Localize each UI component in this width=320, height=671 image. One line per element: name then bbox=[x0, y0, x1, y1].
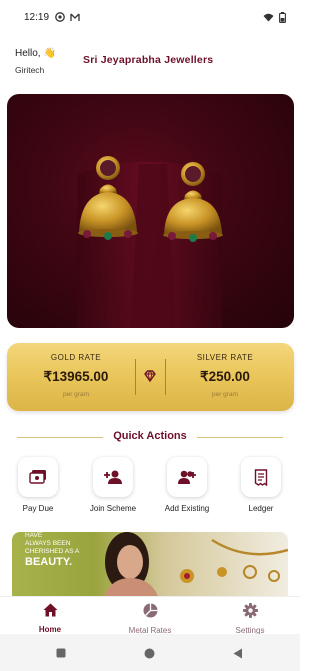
app-header: Hello, 👋 Giritech Sri Jeyaprabha Jewelle… bbox=[0, 44, 300, 76]
divider bbox=[197, 437, 283, 438]
silver-rate-label: SILVER RATE bbox=[196, 353, 254, 362]
greeting-text: Hello, bbox=[15, 48, 41, 59]
bottom-navigation: Home Metal Rates Settings bbox=[0, 596, 300, 635]
add-person-icon bbox=[104, 470, 122, 484]
metal-rate-card[interactable]: GOLD RATE ₹13965.00 per gram SILVER RATE… bbox=[7, 343, 294, 411]
promo-banner[interactable]: HAVE ALWAYS BEEN CHERISHED AS A BEAUTY. bbox=[12, 532, 288, 596]
status-bar: 12:19 bbox=[0, 0, 300, 34]
group-add-icon bbox=[178, 470, 196, 484]
quick-action-add-existing[interactable]: Add Existing bbox=[155, 457, 219, 513]
nav-home[interactable]: Home bbox=[10, 603, 90, 634]
pay-due-button[interactable] bbox=[18, 457, 58, 497]
earrings-illustration bbox=[77, 156, 223, 328]
nav-settings[interactable]: Settings bbox=[210, 603, 290, 635]
add-existing-button[interactable] bbox=[167, 457, 207, 497]
gear-icon bbox=[242, 603, 258, 618]
username: Giritech bbox=[15, 65, 45, 75]
home-button-icon[interactable] bbox=[144, 648, 155, 659]
nav-metal-rates[interactable]: Metal Rates bbox=[110, 603, 190, 635]
join-scheme-label: Join Scheme bbox=[89, 504, 137, 513]
gmail-icon bbox=[70, 13, 80, 21]
pay-due-label: Pay Due bbox=[22, 504, 54, 513]
pie-chart-icon bbox=[143, 603, 157, 618]
gold-rate-label: GOLD RATE bbox=[50, 353, 102, 362]
silver-rate: SILVER RATE ₹250.00 per gram bbox=[170, 353, 280, 398]
gold-rate-value: ₹13965.00 bbox=[43, 369, 109, 384]
quick-actions-title: Quick Actions bbox=[113, 430, 187, 442]
wifi-icon bbox=[263, 13, 274, 21]
banner-model-image bbox=[104, 532, 288, 596]
gem-icon bbox=[144, 370, 156, 383]
divider bbox=[135, 359, 136, 395]
nav-home-label: Home bbox=[38, 625, 62, 634]
store-name: Sri Jeyaprabha Jewellers bbox=[83, 54, 214, 66]
receipt-icon bbox=[254, 468, 268, 486]
quick-action-join-scheme[interactable]: Join Scheme bbox=[81, 457, 145, 513]
greeting: Hello, 👋 Giritech bbox=[15, 48, 56, 76]
status-time: 12:19 bbox=[24, 11, 50, 23]
add-existing-label: Add Existing bbox=[164, 504, 210, 513]
home-icon bbox=[43, 603, 57, 617]
wave-emoji: 👋 bbox=[43, 48, 57, 59]
system-navigation-bar bbox=[0, 634, 300, 671]
gold-rate: GOLD RATE ₹13965.00 per gram bbox=[21, 353, 131, 398]
join-scheme-button[interactable] bbox=[93, 457, 133, 497]
back-icon[interactable] bbox=[233, 648, 243, 659]
whatsapp-icon bbox=[55, 12, 65, 22]
payment-icon bbox=[29, 470, 46, 484]
ledger-label: Ledger bbox=[248, 504, 274, 513]
quick-action-pay-due[interactable]: Pay Due bbox=[6, 457, 70, 513]
ledger-button[interactable] bbox=[241, 457, 281, 497]
silver-rate-value: ₹250.00 bbox=[200, 369, 250, 384]
gold-rate-unit: per gram bbox=[62, 391, 89, 398]
silver-rate-unit: per gram bbox=[211, 391, 238, 398]
battery-icon bbox=[279, 11, 286, 23]
hero-banner-image[interactable] bbox=[7, 94, 294, 328]
quick-action-ledger[interactable]: Ledger bbox=[229, 457, 293, 513]
recents-icon[interactable] bbox=[56, 648, 66, 658]
divider bbox=[165, 359, 166, 395]
